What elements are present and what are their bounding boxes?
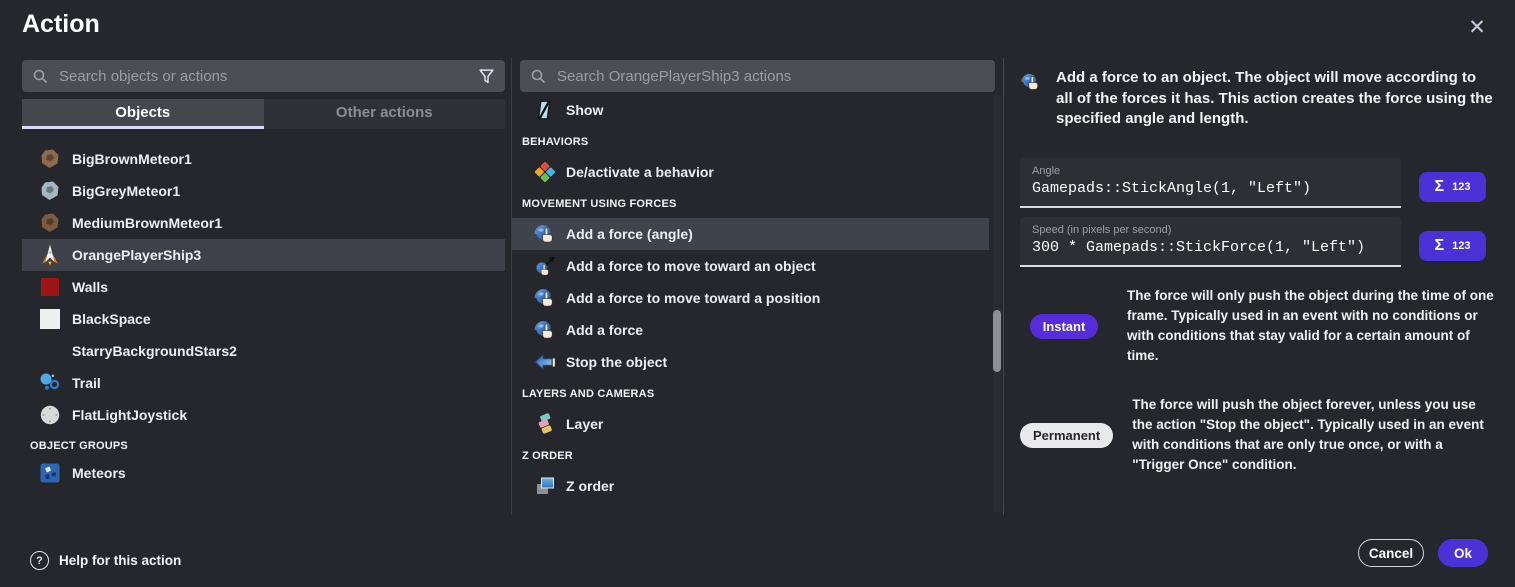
- search-icon: [32, 68, 48, 84]
- action-item[interactable]: Add a force to move toward a position: [512, 282, 989, 314]
- action-item[interactable]: Z order: [512, 470, 989, 502]
- stop-object-icon: [532, 349, 558, 375]
- actions-panel: Show BEHAVIORS De/activate a behavior MO…: [511, 58, 1004, 515]
- objects-panel: Objects Other actions BigBrownMeteor1 Bi…: [22, 60, 505, 489]
- action-item[interactable]: Stop the object: [512, 346, 989, 378]
- force-icon: [532, 317, 558, 343]
- objects-tabs: Objects Other actions: [22, 99, 505, 129]
- action-item[interactable]: Add a force to move toward an object: [512, 250, 989, 282]
- action-config-panel: Add a force to an object. The object wil…: [1020, 58, 1494, 515]
- list-item-selected[interactable]: OrangePlayerShip3: [22, 239, 505, 271]
- meteor-brown-icon: [38, 147, 62, 171]
- sigma-icon: Σ: [1435, 178, 1445, 196]
- actions-list: Show BEHAVIORS De/activate a behavior MO…: [512, 92, 1003, 502]
- force-icon: [532, 221, 558, 247]
- behavior-icon: [532, 159, 558, 185]
- force-icon: [1020, 71, 1042, 93]
- numbers-icon: 123: [1452, 240, 1470, 252]
- tab-objects[interactable]: Objects: [22, 99, 264, 129]
- blank-icon: [38, 339, 62, 363]
- object-groups-header: OBJECT GROUPS: [22, 431, 505, 457]
- permanent-note-text: The force will push the object forever, …: [1132, 395, 1494, 475]
- list-item[interactable]: BigBrownMeteor1: [22, 143, 505, 175]
- tab-other-actions[interactable]: Other actions: [264, 99, 506, 129]
- instant-note-row: Instant The force will only push the obj…: [1020, 286, 1494, 366]
- action-section-header: BEHAVIORS: [512, 126, 1003, 156]
- angle-field[interactable]: Angle Gamepads::StickAngle(1, "Left"): [1020, 158, 1401, 208]
- help-link[interactable]: ? Help for this action: [30, 551, 181, 570]
- meteor-grey-icon: [38, 179, 62, 203]
- speed-expression-button[interactable]: Σ 123: [1419, 231, 1486, 261]
- angle-expression-button[interactable]: Σ 123: [1419, 172, 1486, 202]
- particles-icon: [38, 371, 62, 395]
- action-item[interactable]: Add a force: [512, 314, 989, 346]
- show-icon: [532, 97, 558, 123]
- filter-icon[interactable]: [478, 68, 495, 85]
- object-group-icon: [38, 461, 62, 485]
- angle-field-label: Angle: [1032, 165, 1389, 177]
- action-item[interactable]: De/activate a behavior: [512, 156, 989, 188]
- instant-badge[interactable]: Instant: [1030, 314, 1099, 339]
- help-icon: ?: [30, 551, 49, 570]
- action-description-row: Add a force to an object. The object wil…: [1020, 68, 1494, 130]
- objects-search-input[interactable]: [57, 67, 469, 86]
- numbers-icon: 123: [1452, 181, 1470, 193]
- joystick-icon: [38, 403, 62, 427]
- red-square-icon: [38, 275, 62, 299]
- list-item[interactable]: BigGreyMeteor1: [22, 175, 505, 207]
- action-section-header: Z ORDER: [512, 440, 1003, 470]
- list-item[interactable]: Trail: [22, 367, 505, 399]
- objects-search: [22, 60, 505, 92]
- scrollbar[interactable]: [993, 94, 1001, 513]
- close-icon[interactable]: ✕: [1463, 14, 1491, 42]
- layers-icon: [532, 411, 558, 437]
- spaceship-icon: [38, 243, 62, 267]
- force-toward-object-icon: [532, 253, 558, 279]
- sigma-icon: Σ: [1435, 237, 1445, 255]
- search-icon: [530, 68, 546, 84]
- instant-note-text: The force will only push the object duri…: [1127, 286, 1494, 366]
- z-order-icon: [532, 473, 558, 499]
- action-description: Add a force to an object. The object wil…: [1056, 68, 1494, 130]
- white-square-icon: [38, 307, 62, 331]
- scrollbar-thumb[interactable]: [993, 310, 1001, 372]
- actions-search: [520, 60, 995, 92]
- list-item[interactable]: BlackSpace: [22, 303, 505, 335]
- help-label: Help for this action: [59, 553, 181, 568]
- angle-field-value[interactable]: Gamepads::StickAngle(1, "Left"): [1032, 180, 1389, 197]
- action-item-selected[interactable]: Add a force (angle): [512, 218, 989, 250]
- list-item[interactable]: Meteors: [22, 457, 505, 489]
- speed-field-label: Speed (in pixels per second): [1032, 224, 1389, 236]
- actions-search-input[interactable]: [555, 67, 985, 86]
- permanent-note-row: Permanent The force will push the object…: [1020, 395, 1494, 475]
- objects-list: BigBrownMeteor1 BigGreyMeteor1 MediumBro…: [22, 143, 505, 489]
- list-item[interactable]: FlatLightJoystick: [22, 399, 505, 431]
- action-section-header: LAYERS AND CAMERAS: [512, 378, 1003, 408]
- action-dialog: Action ✕ Objects Other actions BigBrownM…: [0, 0, 1515, 587]
- action-item[interactable]: Show: [512, 94, 989, 126]
- ok-button[interactable]: Ok: [1438, 539, 1488, 567]
- speed-field-value[interactable]: 300 * Gamepads::StickForce(1, "Left"): [1032, 239, 1389, 256]
- force-toward-position-icon: [532, 285, 558, 311]
- list-item[interactable]: StarryBackgroundStars2: [22, 335, 505, 367]
- page-title: Action: [22, 10, 100, 39]
- list-item[interactable]: MediumBrownMeteor1: [22, 207, 505, 239]
- list-item[interactable]: Walls: [22, 271, 505, 303]
- action-section-header: MOVEMENT USING FORCES: [512, 188, 1003, 218]
- meteor-dark-brown-icon: [38, 211, 62, 235]
- permanent-badge[interactable]: Permanent: [1020, 423, 1113, 448]
- speed-field[interactable]: Speed (in pixels per second) 300 * Gamep…: [1020, 217, 1401, 267]
- cancel-button[interactable]: Cancel: [1358, 539, 1424, 567]
- action-item[interactable]: Layer: [512, 408, 989, 440]
